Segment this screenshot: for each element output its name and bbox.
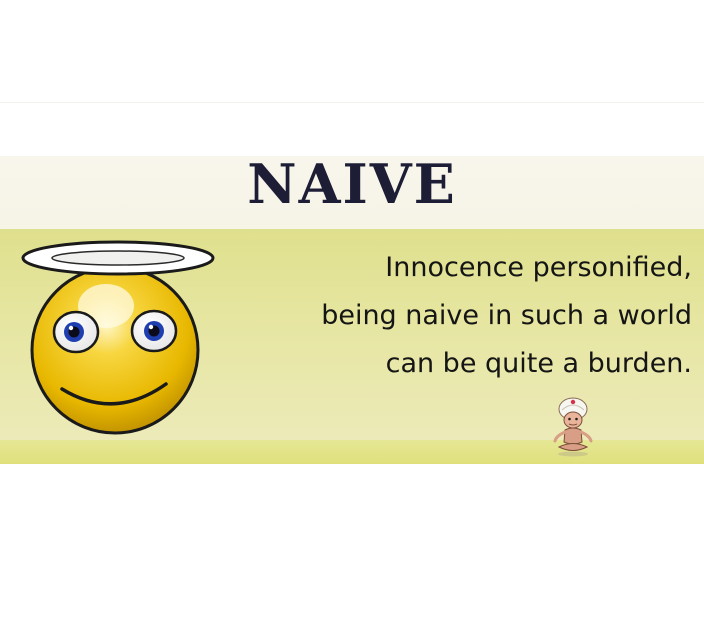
- meditating-guru-icon: [553, 397, 593, 457]
- page-title: NAIVE: [247, 152, 457, 216]
- left-eye: [52, 310, 100, 354]
- angel-smiley-icon: [21, 240, 215, 435]
- halo: [21, 240, 215, 276]
- right-eye: [130, 309, 178, 353]
- top-blank-area: [0, 0, 704, 156]
- tagline-line-2: being naive in such a world: [321, 300, 692, 331]
- tagline-line-1: Innocence personified,: [385, 252, 692, 283]
- divider: [0, 102, 704, 103]
- grass-strip: [0, 440, 704, 464]
- tagline-line-3: can be quite a burden.: [385, 348, 692, 379]
- tagline: Innocence personified, being naive in su…: [262, 244, 692, 388]
